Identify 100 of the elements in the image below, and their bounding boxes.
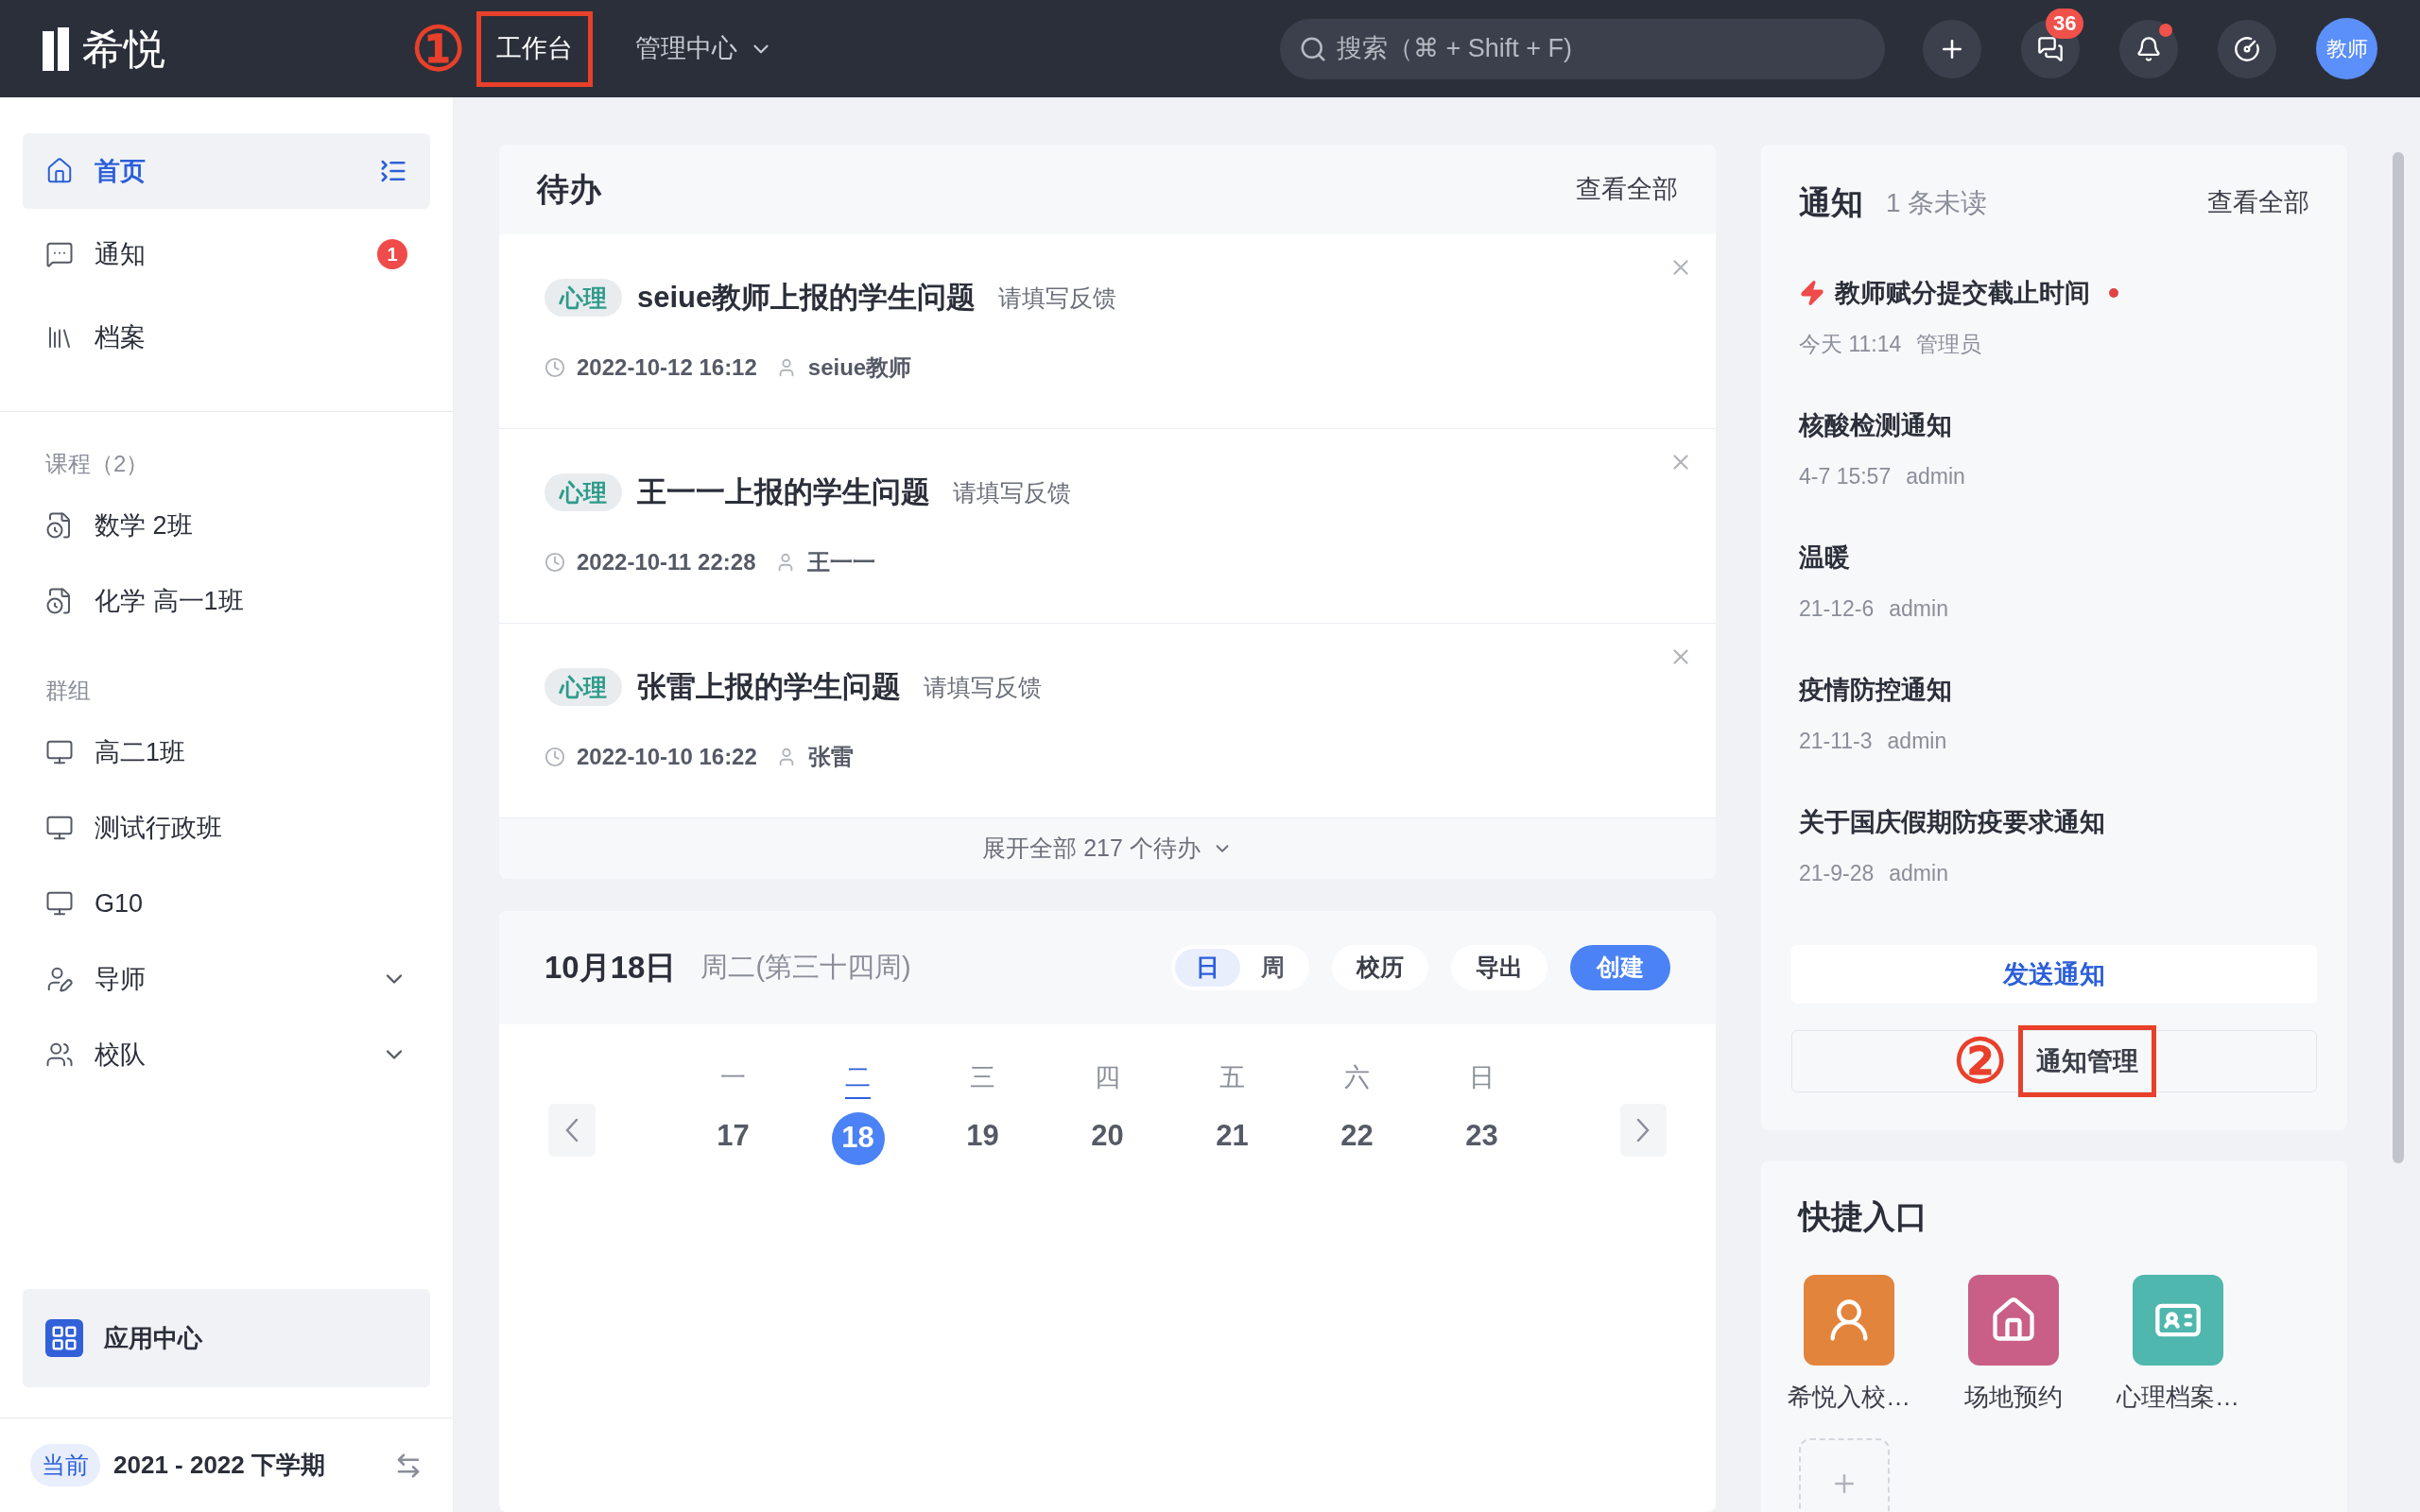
day-number[interactable]: 21 [1205,1109,1259,1163]
weekday-label: 一 [720,1062,746,1093]
todo-item[interactable]: 心理 seiue教师上报的学生问题 请填写反馈 2022-10-12 16:12 seiue教师 [499,234,1716,429]
quick-entry-label: 希悦入校… [1788,1382,1910,1413]
grid-icon [45,1319,83,1357]
sidebar-item[interactable]: 校队 [23,1017,430,1092]
quick-entry-label: 心理档案… [2117,1382,2239,1413]
count-badge: 1 [377,239,407,269]
notice-author: admin [1906,462,1965,490]
message-count-badge: 36 [2046,8,2084,39]
card-title: 待办 [537,170,601,209]
day-number[interactable]: 23 [1455,1109,1509,1163]
weekday-label: 五 [1219,1062,1245,1093]
notice-item[interactable]: 疫情防控通知 21-11-3 admin [1791,652,2317,784]
sidebar-item[interactable]: 首页 [23,133,430,209]
todo-author: 张雷 [807,742,854,771]
sidebar-item[interactable]: 导师 [23,941,430,1017]
weekday-label: 三 [970,1062,995,1093]
logo-text: 希悦 [82,27,165,70]
scrollbar-thumb[interactable] [2393,152,2404,1163]
notice-title: 温暖 [1799,542,1850,574]
app-center-button[interactable]: 应用中心 [23,1289,430,1387]
todo-time: 2022-10-11 22:28 [577,547,756,576]
sidebar-item-label: 化学 高一1班 [95,585,244,617]
day-number[interactable]: 20 [1080,1109,1134,1163]
day-number[interactable]: 19 [956,1109,1010,1163]
sidebar-item[interactable]: 档案 [23,300,430,375]
weekday-label: 四 [1095,1062,1120,1093]
todo-time: 2022-10-12 16:12 [577,352,757,382]
todo-title: 王一一上报的学生问题 [637,474,930,510]
chevron-right-icon [1636,1118,1651,1143]
notice-icon [45,240,74,268]
group-icon [45,738,74,766]
notice-item[interactable]: 核酸检测通知 4-7 15:57 admin [1791,387,2317,520]
day-number[interactable]: 17 [706,1109,760,1163]
todo-title: 张雷上报的学生问题 [637,669,901,705]
notice-title: 关于国庆假期防疫要求通知 [1799,807,2105,838]
team-icon [45,1040,74,1069]
term-label: 2021 - 2022 下学期 [113,1450,325,1481]
unread-count: 1 条未读 [1886,186,1988,219]
view-all-link[interactable]: 查看全部 [1576,170,1678,209]
notice-item[interactable]: 温暖 21-12-6 admin [1791,520,2317,652]
notice-time: 21-12-6 [1799,594,1875,623]
notice-time: 4-7 15:57 [1799,462,1892,490]
sidebar-item[interactable]: 高二1班 [23,714,430,790]
todo-time: 2022-10-10 16:22 [577,742,757,771]
home-icon [45,157,74,185]
sidebar-item[interactable]: 数学 2班 [23,488,430,563]
clock-icon [544,356,565,378]
quick-entry[interactable]: 希悦入校… [1776,1275,1922,1416]
notice-time: 21-11-3 [1799,727,1873,755]
todo-hint: 请填写反馈 [924,672,1042,702]
sidebar-item[interactable]: 通知 1 [23,216,430,292]
previous-button[interactable] [548,1104,596,1158]
notice-time: 今天 11:14 [1799,330,1902,358]
nav-tab[interactable]: 工作台 [476,10,593,87]
sidebar-item[interactable]: 化学 高一1班 [23,563,430,639]
quick-entry[interactable]: 心理档案… [2105,1275,2251,1416]
weekday-label: 六 [1344,1062,1370,1093]
calendar-button[interactable]: 校历 [1332,945,1428,990]
create-button[interactable]: 创建 [1570,945,1670,990]
next-button[interactable] [1619,1104,1667,1158]
calendar-date: 10月18日 [544,949,677,988]
chat-icon [2037,35,2064,62]
day-number[interactable]: 22 [1330,1109,1384,1163]
search-field[interactable]: 搜索（⌘ + Shift + F) [1280,18,1885,79]
sidebar-item-label: 数学 2班 [95,509,193,541]
notice-title: 核酸检测通知 [1799,410,1952,441]
calendar-button[interactable]: 导出 [1451,945,1547,990]
view-tab[interactable]: 周 [1240,949,1305,987]
todo-title: seiue教师上报的学生问题 [637,280,977,316]
chevron-left-icon [564,1118,579,1143]
group-icon [45,814,74,842]
gauge-icon [2234,35,2260,62]
add-entry-tile[interactable] [1799,1438,1890,1512]
section-title: 群组 [44,677,92,705]
todo-item[interactable]: 心理 王一一上报的学生问题 请填写反馈 2022-10-11 22:28 王一一 [499,429,1716,624]
day-number[interactable]: 18 [831,1111,885,1165]
mentor-icon [45,965,74,993]
quick-entry[interactable]: 场地预约 [1941,1275,2086,1416]
sidebar-item[interactable]: G10 [23,866,430,941]
notice-item[interactable]: 教师赋分提交截止时间 今天 11:14 管理员 [1791,255,2317,387]
weekday-label: 日 [1469,1062,1495,1093]
category-tag: 心理 [544,473,622,512]
sidebar-item-label: 测试行政班 [95,812,222,844]
notice-item[interactable]: 关于国庆假期防疫要求通知 21-9-28 admin [1791,784,2317,917]
view-all-link[interactable]: 查看全部 [2207,183,2309,222]
todo-item[interactable]: 心理 张雷上报的学生问题 请填写反馈 2022-10-10 16:22 张雷 [499,624,1716,818]
send-notice-button[interactable]: 发送通知 [1791,945,2317,1004]
view-tab[interactable]: 日 [1175,949,1240,987]
sidebar-item[interactable]: 测试行政班 [23,790,430,866]
notice-management-button[interactable]: 通知管理 [2017,1025,2156,1097]
calendar-weekday: 周二(第三十四周) [700,951,911,985]
category-tag: 心理 [544,668,622,707]
group-icon [45,889,74,918]
notice-title: 教师赋分提交截止时间 [1835,278,2090,309]
todo-hint: 请填写反馈 [998,283,1117,313]
nav-tab[interactable]: 管理中心 [615,10,793,87]
expand-all-button[interactable]: 展开全部 217 个待办 [499,818,1716,879]
category-tag: 心理 [544,279,622,318]
